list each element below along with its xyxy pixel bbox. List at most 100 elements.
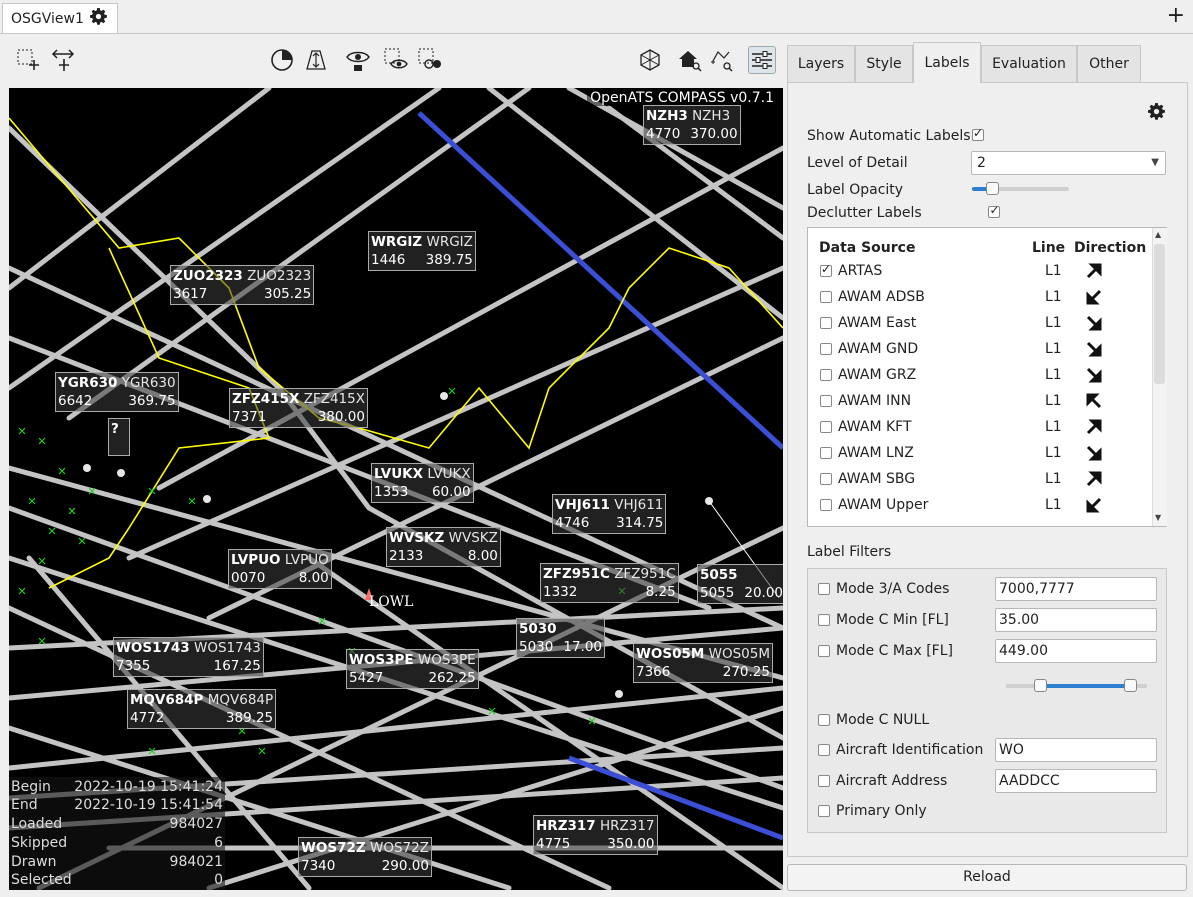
tab-labels[interactable]: Labels [913, 42, 981, 83]
flight-label[interactable]: LVUKX LVUKX 1353 60.00 [371, 463, 474, 503]
scroll-up-icon[interactable]: ▲ [1155, 230, 1161, 239]
filter-mode3a[interactable]: Mode 3/A Codes [818, 581, 949, 597]
tab-style[interactable]: Style [855, 45, 913, 82]
zoom-selection-icon[interactable] [708, 46, 736, 74]
checkbox[interactable] [820, 291, 832, 303]
data-source-row[interactable]: AWAM INN L1 [808, 389, 1153, 415]
tab-layers[interactable]: Layers [787, 45, 855, 82]
data-source-row[interactable]: AWAM Upper L1 [808, 493, 1153, 519]
slider-handle-min[interactable] [1034, 679, 1047, 692]
scroll-down-icon[interactable]: ▼ [1155, 513, 1161, 522]
flight-label[interactable]: WOS1743 WOS1743 7355 167.25 [113, 637, 264, 677]
arrow-up-right-icon[interactable] [1084, 417, 1104, 437]
tab-osgview1[interactable]: OSGView1 [2, 3, 118, 33]
gear-icon[interactable] [89, 8, 107, 29]
arrow-down-right-icon[interactable] [1084, 365, 1104, 385]
slider-handle[interactable] [986, 182, 999, 195]
flight-label[interactable]: WOS72Z WOS72Z 7340 290.00 [298, 837, 432, 877]
flight-label[interactable]: VHJ611 VHJ611 4746 314.75 [552, 494, 667, 534]
flight-label[interactable]: 5030 5030 17.00 [516, 618, 606, 658]
modec-range-slider[interactable] [1006, 679, 1147, 692]
arrow-up-left-icon[interactable] [1084, 391, 1104, 411]
tab-other[interactable]: Other [1077, 45, 1141, 82]
modec-max-field[interactable]: 449.00 [995, 639, 1157, 663]
time-clock-icon[interactable] [268, 46, 296, 74]
altitude-filter-icon[interactable] [302, 46, 330, 74]
arrow-up-right-icon[interactable] [1084, 469, 1104, 489]
data-source-row[interactable]: AWAM GND L1 [808, 337, 1153, 363]
checkbox[interactable] [820, 369, 832, 381]
flight-label[interactable]: ZFZ951C ZFZ951C 1332 8.25 [540, 563, 679, 603]
data-source-row[interactable]: AWAM KFT L1 [808, 415, 1153, 441]
map-view[interactable]: OpenATS COMPASS v0.7.1 LOWL NZH3 NZH3 477… [9, 88, 783, 890]
3d-rotate-icon[interactable] [636, 46, 664, 74]
slider-handle-max[interactable] [1124, 679, 1137, 692]
aircraft-address-field[interactable]: AADDCC [995, 769, 1157, 793]
show-auto-labels-checkbox[interactable] [972, 126, 984, 141]
select-rect-add-icon[interactable] [14, 46, 42, 74]
filter-modec-min[interactable]: Mode C Min [FL] [818, 612, 949, 628]
data-source-row[interactable]: AWAM LNZ L1 [808, 441, 1153, 467]
checkbox[interactable] [820, 262, 832, 277]
arrow-down-right-icon[interactable] [1084, 313, 1104, 333]
checkbox[interactable] [820, 395, 832, 407]
aircraft-id-field[interactable]: WO [995, 738, 1157, 762]
level-of-detail-select[interactable]: 2 ▼ [971, 151, 1166, 175]
flight-label[interactable]: LVPUO LVPUO 0070 8.00 [228, 549, 332, 589]
checkbox[interactable] [818, 583, 830, 595]
arrow-up-right-icon[interactable] [1084, 261, 1104, 281]
select-rect-move-icon[interactable] [50, 46, 78, 74]
checkbox[interactable] [820, 317, 832, 329]
filter-primary-only[interactable]: Primary Only [818, 803, 927, 819]
filter-modec-null[interactable]: Mode C NULL [818, 712, 929, 728]
flight-label[interactable]: WOS05M WOS05M 7366 270.25 [633, 643, 773, 683]
data-source-row[interactable]: ARTASL1 [808, 259, 1153, 285]
data-source-row[interactable]: AWAM East L1 [808, 311, 1153, 337]
scrollbar-thumb[interactable] [1154, 244, 1165, 384]
filter-aircraft-id[interactable]: Aircraft Identification [818, 742, 983, 758]
tab-evaluation[interactable]: Evaluation [981, 45, 1077, 82]
mode3a-codes-field[interactable]: 7000,7777 [995, 577, 1157, 601]
flight-label[interactable]: YGR630 YGR630 6642 369.75 [55, 372, 179, 412]
eye-hand-icon[interactable] [344, 46, 372, 74]
declutter-labels-checkbox[interactable] [988, 203, 1001, 218]
flight-label[interactable]: WVSKZ WVSKZ 2133 8.00 [386, 527, 501, 567]
checkbox[interactable] [820, 499, 832, 511]
checkbox[interactable] [820, 343, 832, 355]
checkbox[interactable] [818, 775, 830, 787]
home-zoom-icon[interactable] [676, 46, 704, 74]
data-source-row[interactable]: AWAM SBG L1 [808, 467, 1153, 493]
settings-sliders-icon[interactable] [748, 46, 776, 74]
checkbox[interactable] [818, 805, 830, 817]
flight-label[interactable]: ZFZ415X ZFZ415X 7371 380.00 [229, 388, 368, 428]
checkbox[interactable] [818, 714, 830, 726]
flight-label[interactable]: MQV684P MQV684P 4772 389.25 [127, 689, 277, 729]
arrow-down-left-icon[interactable] [1084, 287, 1104, 307]
flight-label[interactable]: WRGIZ WRGIZ 1446 389.75 [368, 231, 476, 271]
flight-label[interactable]: ? [108, 418, 130, 456]
arrow-down-right-icon[interactable] [1084, 443, 1104, 463]
flight-label[interactable]: WOS3PE WOS3PE 5427 262.25 [346, 649, 479, 689]
checkbox[interactable] [818, 744, 830, 756]
checkbox[interactable] [820, 447, 832, 459]
gear-icon[interactable] [1148, 103, 1165, 124]
checkbox[interactable] [818, 645, 830, 657]
flight-label[interactable]: ZUO2323 ZUO2323 3617 305.25 [170, 265, 315, 305]
data-source-scrollbar[interactable]: ▲ ▼ [1152, 228, 1167, 526]
checkbox[interactable] [820, 473, 832, 485]
view-select-icon[interactable] [382, 46, 410, 74]
flight-label[interactable]: NZH3 NZH3 4770 370.00 [643, 105, 741, 145]
filter-modec-max[interactable]: Mode C Max [FL] [818, 643, 953, 659]
arrow-down-right-icon[interactable] [1084, 339, 1104, 359]
label-opacity-slider[interactable] [972, 182, 1069, 195]
view-select-dots-icon[interactable] [416, 46, 444, 74]
arrow-down-left-icon[interactable] [1084, 495, 1104, 515]
checkbox[interactable] [820, 421, 832, 433]
modec-min-field[interactable]: 35.00 [995, 608, 1157, 632]
data-source-row[interactable]: AWAM GRZ L1 [808, 363, 1153, 389]
filter-aircraft-address[interactable]: Aircraft Address [818, 773, 947, 789]
flight-label[interactable]: 5055 5055 20.00 [697, 564, 783, 604]
reload-button[interactable]: Reload [787, 864, 1187, 891]
flight-label[interactable]: HRZ317 HRZ317 4775 350.00 [533, 815, 658, 855]
plus-icon[interactable]: + [1167, 4, 1185, 28]
